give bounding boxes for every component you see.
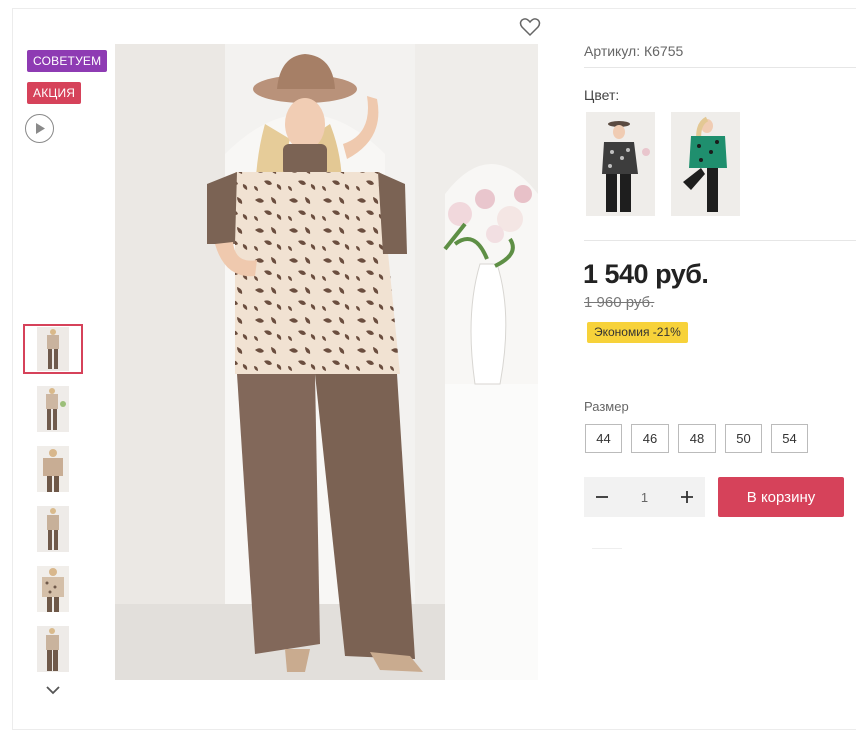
thumbnail-4[interactable] xyxy=(23,504,83,554)
thumbnail-1[interactable] xyxy=(23,324,83,374)
color-swatch-leopard-green[interactable] xyxy=(671,112,740,216)
size-label: Размер xyxy=(584,399,629,414)
chevron-down-icon xyxy=(46,686,60,695)
divider xyxy=(584,240,856,241)
add-to-cart-button[interactable]: В корзину xyxy=(718,477,844,517)
color-swatch-leopard-black[interactable] xyxy=(586,112,655,216)
plus-icon xyxy=(681,491,693,503)
thumbnail-3[interactable] xyxy=(23,444,83,494)
size-option-46[interactable]: 46 xyxy=(631,424,669,453)
divider xyxy=(584,67,856,68)
current-price: 1 540 руб. xyxy=(583,259,709,289)
quantity-input[interactable] xyxy=(620,477,669,517)
minus-icon xyxy=(596,496,608,498)
quantity-increase-button[interactable] xyxy=(669,477,705,517)
savings-badge: Экономия -21% xyxy=(587,322,688,343)
play-icon xyxy=(35,123,45,134)
size-option-44[interactable]: 44 xyxy=(585,424,622,453)
play-video-button[interactable] xyxy=(25,114,54,143)
thumbnail-2[interactable] xyxy=(23,384,83,434)
color-label: Цвет: xyxy=(584,87,620,103)
quantity-decrease-button[interactable] xyxy=(584,477,620,517)
thumbnail-6[interactable] xyxy=(23,624,83,674)
size-option-48[interactable]: 48 xyxy=(678,424,716,453)
size-option-50[interactable]: 50 xyxy=(725,424,762,453)
product-article: Артикул: К6755 xyxy=(584,43,684,59)
size-option-54[interactable]: 54 xyxy=(771,424,808,453)
heart-outline-icon xyxy=(519,18,541,37)
thumbnail-5[interactable] xyxy=(23,564,83,614)
old-price: 1 960 руб. xyxy=(584,294,655,311)
favorite-button[interactable] xyxy=(519,17,541,37)
promo-badge: АКЦИЯ xyxy=(27,82,82,104)
recommend-badge: СОВЕТУЕМ xyxy=(27,50,108,72)
main-product-image[interactable] xyxy=(115,44,538,680)
divider xyxy=(592,548,622,549)
quantity-stepper xyxy=(584,477,705,517)
thumbnails-scroll-down-button[interactable] xyxy=(43,682,63,698)
